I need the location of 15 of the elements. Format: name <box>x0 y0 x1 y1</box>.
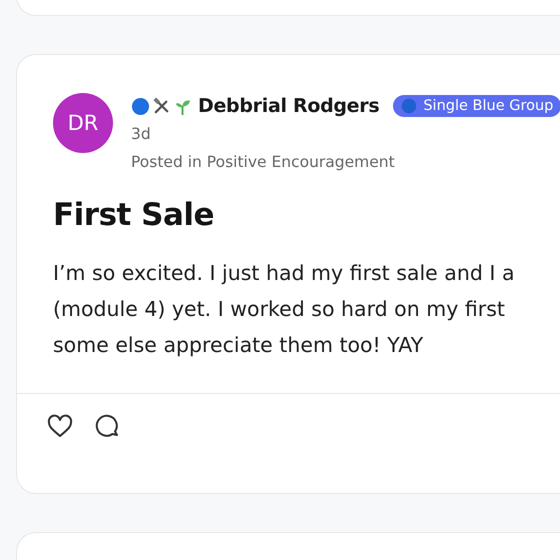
post-text: some else appreciate them too! YAY <box>53 332 424 359</box>
post-title: First Sale <box>53 197 216 233</box>
posted-in[interactable]: Posted in Positive Encouragement <box>131 153 560 171</box>
post-time: 3d <box>131 125 152 143</box>
circle-icon <box>131 96 150 116</box>
heart-icon[interactable] <box>47 414 73 440</box>
tools-icon <box>152 96 171 116</box>
post-text: (module 4) yet. I worked so hard on my first <box>53 296 505 323</box>
author-name[interactable]: Debbrial Rodgers <box>198 95 380 117</box>
avatar[interactable]: DR <box>53 93 113 153</box>
comment-icon[interactable] <box>95 414 121 440</box>
post-text: I’m so excited. I just had my first sale and I a <box>53 260 515 287</box>
circle-icon <box>401 98 418 114</box>
badge-label: Single Blue Group <box>423 98 554 114</box>
group-badge[interactable]: Single Blue Group <box>393 95 560 117</box>
